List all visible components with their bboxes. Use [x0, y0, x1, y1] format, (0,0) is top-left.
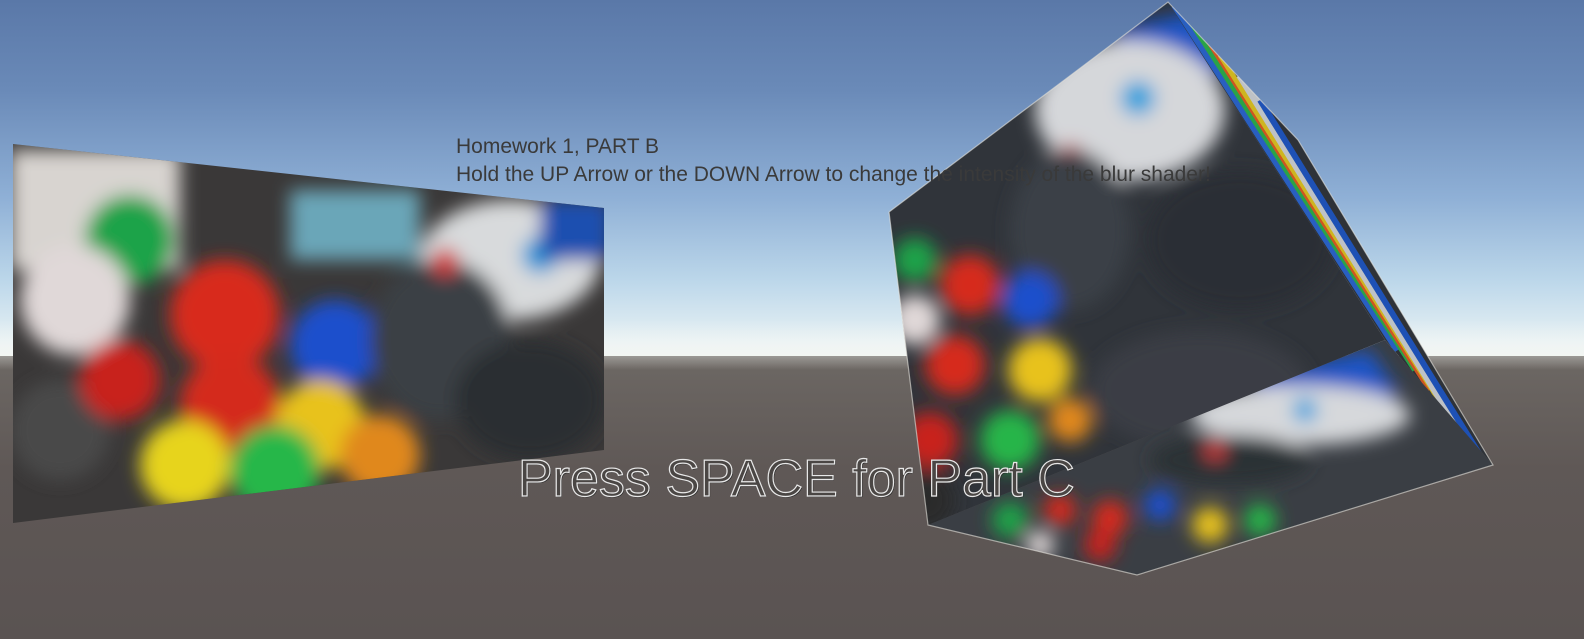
hud-instruction: Hold the UP Arrow or the DOWN Arrow to c… — [456, 163, 1211, 186]
hud-title: Homework 1, PART B — [456, 135, 660, 158]
scene-objects — [13, 1, 1494, 576]
hud-instructions: Homework 1, PART B Hold the UP Arrow or … — [456, 133, 1336, 189]
game-viewport[interactable]: Homework 1, PART B Hold the UP Arrow or … — [0, 0, 1584, 639]
press-space-prompt: Press SPACE for Part C — [517, 449, 1075, 508]
